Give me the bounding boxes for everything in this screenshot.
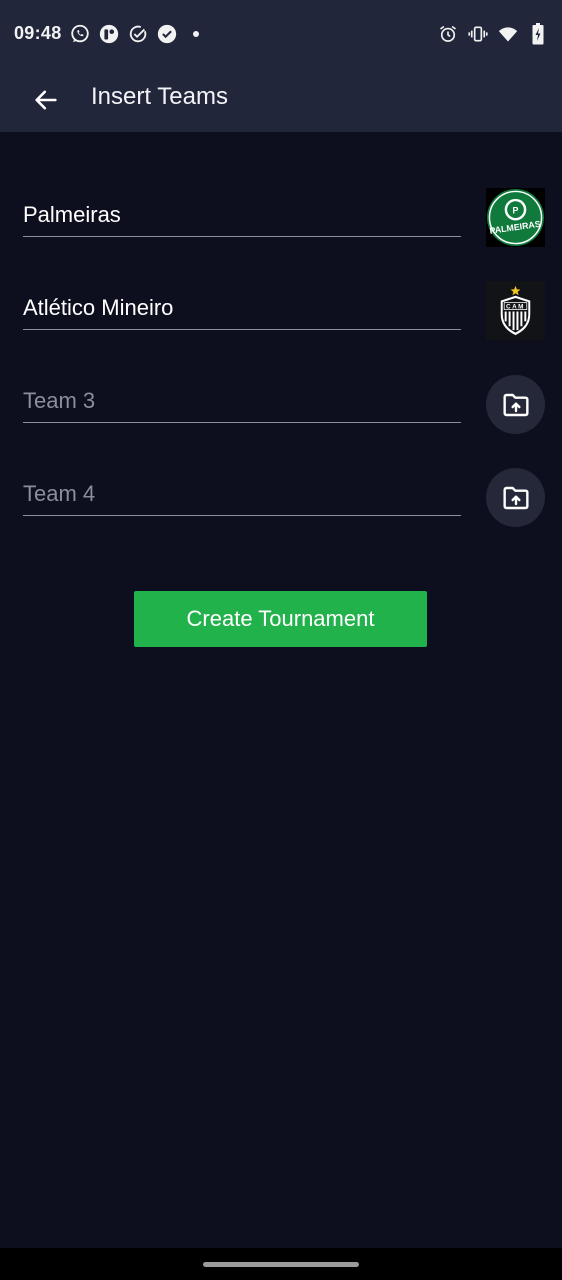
team-2-logo-button[interactable]: CAM xyxy=(486,281,545,340)
team-row-1: P PALMEIRAS xyxy=(0,184,562,254)
arrow-back-icon xyxy=(35,90,57,110)
create-tournament-button[interactable]: Create Tournament xyxy=(134,591,427,647)
app-bar: Insert Teams xyxy=(0,68,562,132)
svg-text:CAM: CAM xyxy=(506,304,525,311)
system-icons xyxy=(430,22,550,46)
folder-upload-icon xyxy=(502,393,529,416)
status-time: 09:48 xyxy=(14,23,62,43)
app-notification-icon xyxy=(97,22,121,46)
team-1-input[interactable] xyxy=(23,197,461,237)
whatsapp-icon xyxy=(68,22,92,46)
team-2-input[interactable] xyxy=(23,290,461,330)
navigation-bar xyxy=(0,1248,562,1280)
status-bar: 09:48 xyxy=(0,0,562,68)
team-3-input[interactable] xyxy=(23,383,461,423)
team-3-upload-button[interactable] xyxy=(486,375,545,434)
check-circle-outline-icon xyxy=(126,22,150,46)
svg-text:P: P xyxy=(513,206,519,216)
back-button[interactable] xyxy=(26,80,66,120)
team-row-4 xyxy=(0,463,562,533)
more-notifications-dot-icon xyxy=(184,22,208,46)
team-4-input[interactable] xyxy=(23,476,461,516)
alarm-icon xyxy=(436,22,460,46)
folder-upload-icon xyxy=(502,486,529,509)
notification-icons xyxy=(68,22,213,46)
home-indicator[interactable] xyxy=(203,1262,359,1267)
battery-charging-icon xyxy=(526,22,550,46)
wifi-icon xyxy=(496,22,520,46)
vibrate-icon xyxy=(466,22,490,46)
atletico-mineiro-logo-icon: CAM xyxy=(486,281,545,340)
team-row-3 xyxy=(0,370,562,440)
team-1-logo-button[interactable]: P PALMEIRAS xyxy=(486,188,545,247)
check-circle-filled-icon xyxy=(155,22,179,46)
team-4-upload-button[interactable] xyxy=(486,468,545,527)
page-title: Insert Teams xyxy=(91,83,228,110)
team-row-2: CAM xyxy=(0,277,562,347)
palmeiras-logo-icon: P PALMEIRAS xyxy=(486,188,545,247)
